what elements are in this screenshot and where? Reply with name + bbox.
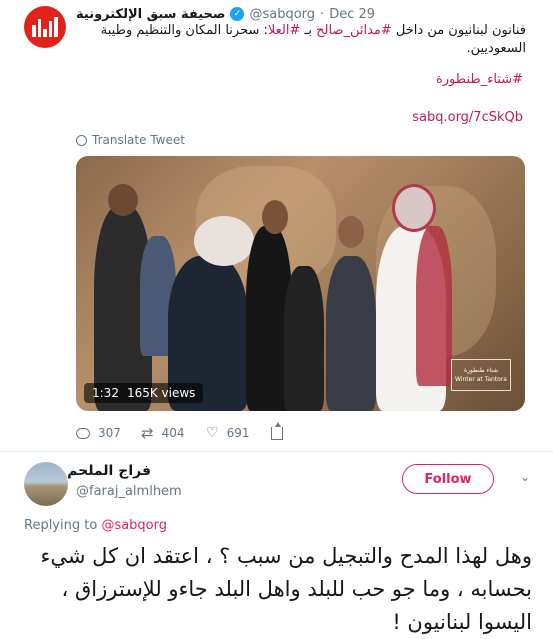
reply-text: وهل لهذا المدح والتبجيل من سبب ؟ ، اعتقد…	[40, 544, 532, 634]
reply-count: 307	[98, 426, 121, 440]
author-name[interactable]: صحيفة سبق الإلكترونية	[76, 7, 225, 22]
person-head	[108, 184, 138, 216]
tweet-text: فنانون لبنانيون من داخل #مدائن_صالح بـ #…	[76, 22, 526, 58]
separator: ·	[320, 6, 325, 22]
sabq-logo-icon	[32, 17, 58, 37]
replying-prefix: Replying to	[24, 518, 102, 533]
chevron-down-icon[interactable]: ⌄	[520, 470, 530, 484]
reply-author-handle[interactable]: @faraj_almlhem	[76, 484, 182, 499]
watermark-ar: شتاء طنطورة	[463, 367, 499, 374]
heart-icon: ♡	[206, 425, 219, 441]
like-button[interactable]: ♡ 691	[206, 426, 271, 440]
replying-to: Replying to @sabqorg	[24, 518, 167, 533]
retweet-button[interactable]: ⇄ 404	[141, 423, 206, 442]
person-head	[338, 216, 364, 248]
hashtag-madain-saleh[interactable]: #مدائن_صالح	[316, 23, 392, 38]
tweet-text-mid: بـ	[300, 23, 317, 38]
reply-icon	[76, 427, 90, 439]
verified-badge-icon: ✓	[230, 7, 245, 21]
translate-tweet[interactable]: Translate Tweet	[76, 133, 185, 147]
tweet-text-before: فنانون لبنانيون من داخل	[391, 23, 526, 38]
reply-button[interactable]: 307	[76, 426, 141, 440]
tweet-link[interactable]: sabq.org/7cSkQb	[412, 110, 523, 125]
watermark-en: Winter at Tantora	[455, 376, 507, 383]
ghutra-headdress	[194, 216, 254, 266]
sabq-avatar[interactable]	[24, 6, 66, 48]
direct-message-button[interactable]	[271, 421, 336, 440]
replying-to-handle[interactable]: @sabqorg	[101, 518, 167, 533]
person-figure	[326, 256, 376, 411]
tweet-actions: 307 ⇄ 404 ♡ 691	[76, 421, 336, 442]
hashtag-alula[interactable]: #العلا	[268, 23, 301, 38]
winter-at-tantora-watermark: شتاء طنطورة Winter at Tantora	[451, 359, 511, 391]
retweet-count: 404	[161, 426, 185, 440]
retweet-icon: ⇄	[141, 423, 154, 442]
divider	[0, 451, 553, 452]
tweet-header: صحيفة سبق الإلكترونية ✓ @sabqorg · Dec 2…	[76, 4, 536, 24]
follow-button[interactable]: Follow	[402, 464, 494, 494]
person-head	[262, 200, 288, 234]
author-handle[interactable]: @sabqorg	[249, 7, 315, 22]
tweet-date[interactable]: Dec 29	[329, 7, 375, 22]
reply-author-name[interactable]: فراج الملحم	[67, 463, 151, 479]
shemagh-headdress	[392, 184, 436, 232]
translate-label: Translate Tweet	[92, 133, 185, 147]
hashtag-winter-tantora[interactable]: #شتاء_طنطورة	[436, 72, 523, 87]
share-icon	[271, 421, 283, 440]
person-figure	[284, 266, 324, 411]
video-overlay-badge: 1:32 165K views	[84, 383, 204, 403]
video-player[interactable]: 1:32 165K views شتاء طنطورة Winter at Ta…	[76, 156, 525, 411]
video-views: 165K views	[126, 386, 196, 400]
globe-icon	[76, 134, 87, 146]
video-duration: 1:32	[92, 386, 119, 400]
shemagh-drape	[416, 226, 452, 386]
reply-avatar[interactable]	[24, 462, 68, 506]
like-count: 691	[226, 426, 250, 440]
